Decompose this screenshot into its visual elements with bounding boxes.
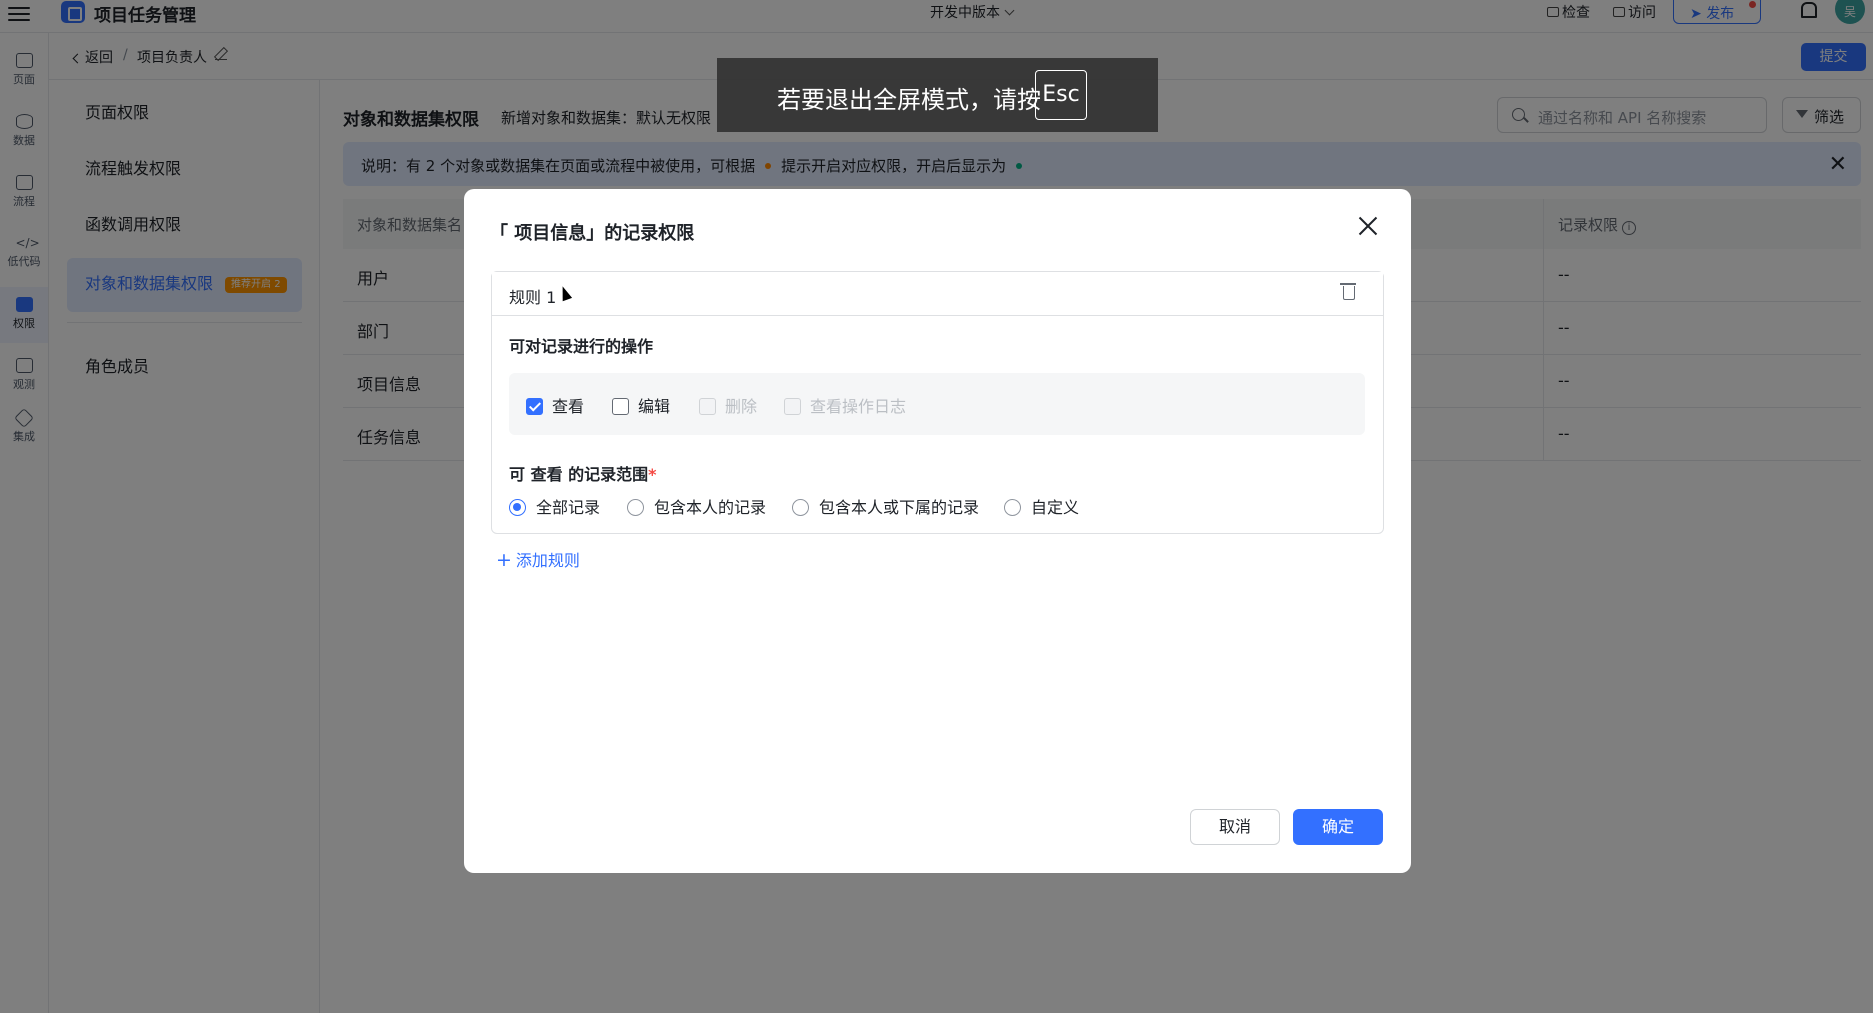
add-rule-label: 添加规则 [515, 551, 580, 570]
radio-icon [792, 499, 809, 516]
checkbox-edit[interactable]: 编辑 [612, 393, 670, 417]
required-mark: * [648, 465, 657, 484]
esc-key-badge: Esc [1035, 70, 1087, 120]
radio-label: 包含本人或下属的记录 [819, 498, 980, 517]
fullscreen-hint: 若要退出全屏模式，请按 [777, 86, 1041, 114]
scope-label-text: 可 查看 的记录范围 [509, 465, 649, 484]
checkbox-view-log: 查看操作日志 [784, 393, 906, 417]
checkbox-icon [699, 398, 716, 415]
checkbox-label: 删除 [725, 397, 758, 416]
radio-self-or-subordinate-records[interactable]: 包含本人或下属的记录 [792, 494, 979, 518]
rule-name: 规则 1 [509, 288, 557, 307]
checkbox-label: 查看 [552, 397, 585, 416]
trash-icon[interactable] [1340, 283, 1356, 300]
checkbox-view[interactable]: 查看 [526, 393, 584, 417]
scope-label: 可 查看 的记录范围* [509, 461, 657, 485]
checkbox-label: 查看操作日志 [810, 397, 907, 416]
rule-card: 规则 1 可对记录进行的操作 查看 编辑 删除 查看操作日志 可 查看 的记录范… [491, 271, 1384, 534]
operations-panel: 查看 编辑 删除 查看操作日志 [509, 373, 1365, 435]
fullscreen-exit-toast: 若要退出全屏模式，请按 Esc [717, 58, 1158, 132]
rule-header: 规则 1 [492, 272, 1383, 316]
radio-custom[interactable]: 自定义 [1004, 494, 1079, 518]
radio-icon [1004, 499, 1021, 516]
cancel-button[interactable]: 取消 [1190, 809, 1280, 845]
radio-label: 全部记录 [536, 498, 601, 517]
operations-label: 可对记录进行的操作 [509, 337, 654, 356]
dialog-title: 「 项目信息」的记录权限 [490, 223, 695, 244]
close-icon[interactable] [1356, 214, 1380, 238]
record-permission-dialog: 「 项目信息」的记录权限 规则 1 可对记录进行的操作 查看 编辑 删除 查看操… [464, 189, 1411, 873]
radio-icon [509, 499, 526, 516]
radio-label: 包含本人的记录 [654, 498, 767, 517]
checkbox-label: 编辑 [638, 397, 671, 416]
checkbox-icon [526, 398, 543, 415]
radio-self-records[interactable]: 包含本人的记录 [627, 494, 766, 518]
confirm-button[interactable]: 确定 [1293, 809, 1383, 845]
checkbox-delete: 删除 [699, 393, 757, 417]
radio-all-records[interactable]: 全部记录 [509, 494, 600, 518]
radio-label: 自定义 [1031, 498, 1080, 517]
checkbox-icon [612, 398, 629, 415]
add-rule-button[interactable]: + 添加规则 [496, 547, 580, 571]
radio-icon [627, 499, 644, 516]
checkbox-icon [784, 398, 801, 415]
plus-icon: + [496, 549, 512, 571]
